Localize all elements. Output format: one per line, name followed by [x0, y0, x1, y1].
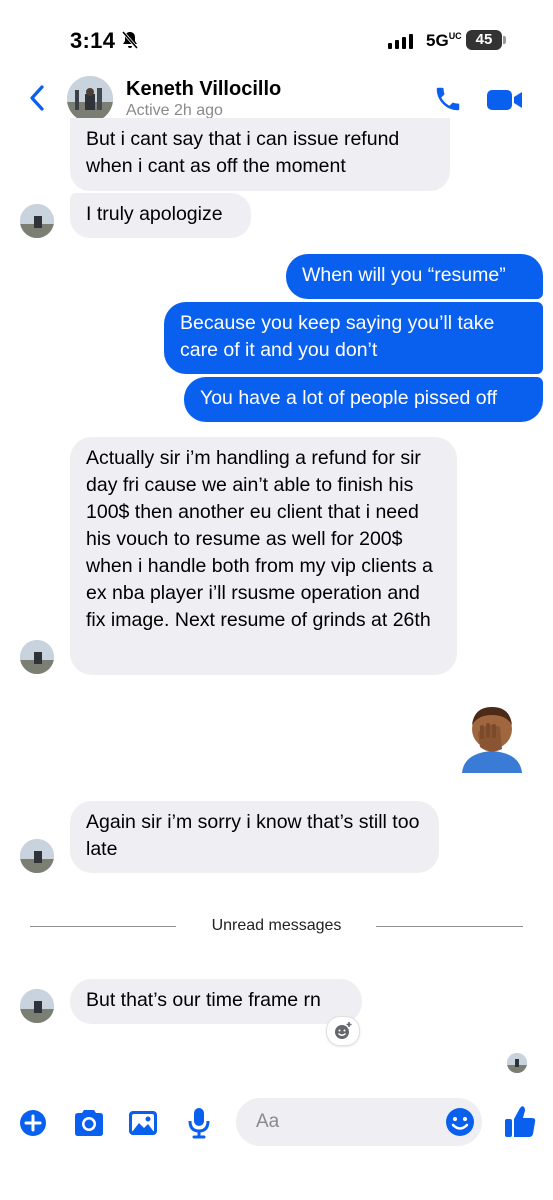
microphone-button[interactable] — [186, 1106, 212, 1145]
plus-button[interactable] — [18, 1108, 48, 1143]
message-bubble-incoming[interactable]: But i cant say that i can issue refund w… — [70, 118, 450, 191]
contact-name[interactable]: Keneth Villocillo — [126, 78, 281, 101]
message-bubble-outgoing[interactable]: You have a lot of people pissed off — [184, 377, 543, 422]
bell-slash-icon — [120, 30, 140, 55]
add-reaction-button[interactable] — [326, 1016, 360, 1046]
gallery-button[interactable] — [127, 1108, 159, 1143]
signal-icon — [388, 34, 413, 49]
emoji-button[interactable] — [444, 1106, 476, 1143]
sender-avatar[interactable] — [20, 839, 54, 873]
facepalm-emoji[interactable] — [456, 703, 528, 778]
network-label: 5GUC — [426, 31, 462, 50]
back-icon — [30, 85, 44, 111]
video-icon — [487, 90, 522, 110]
status-time: 3:14 — [70, 28, 116, 53]
message-bubble-incoming[interactable]: But that’s our time frame rn — [70, 979, 362, 1024]
mic-icon — [188, 1108, 210, 1139]
add-reaction-icon — [335, 1022, 352, 1039]
sender-avatar[interactable] — [20, 640, 54, 674]
gallery-icon — [129, 1111, 157, 1135]
like-icon — [505, 1106, 536, 1137]
video-call-button[interactable] — [486, 88, 524, 117]
camera-icon — [75, 1110, 103, 1136]
camera-button[interactable] — [72, 1108, 106, 1143]
contact-avatar[interactable] — [67, 76, 113, 122]
battery-tip — [503, 36, 506, 44]
like-button[interactable] — [503, 1104, 537, 1145]
call-button[interactable] — [433, 84, 463, 119]
plus-icon — [20, 1110, 46, 1136]
message-input-placeholder: Aa — [256, 1111, 280, 1132]
sender-avatar[interactable] — [20, 989, 54, 1023]
back-button[interactable] — [28, 84, 46, 117]
message-bubble-outgoing[interactable]: Because you keep saying you’ll take care… — [164, 302, 543, 374]
divider-line-right — [376, 926, 523, 927]
message-bubble-incoming[interactable]: Again sir i’m sorry i know that’s still … — [70, 801, 439, 873]
sender-avatar[interactable] — [20, 204, 54, 238]
message-bubble-incoming[interactable]: I truly apologize — [70, 193, 251, 238]
message-bubble-incoming[interactable]: Actually sir i’m handling a refund for s… — [70, 437, 457, 675]
read-receipt-avatar — [507, 1053, 527, 1073]
emoji-icon — [446, 1108, 474, 1136]
message-bubble-outgoing[interactable]: When will you “resume” — [286, 254, 543, 299]
phone-icon — [436, 87, 460, 111]
battery-level: 45 — [466, 30, 502, 50]
